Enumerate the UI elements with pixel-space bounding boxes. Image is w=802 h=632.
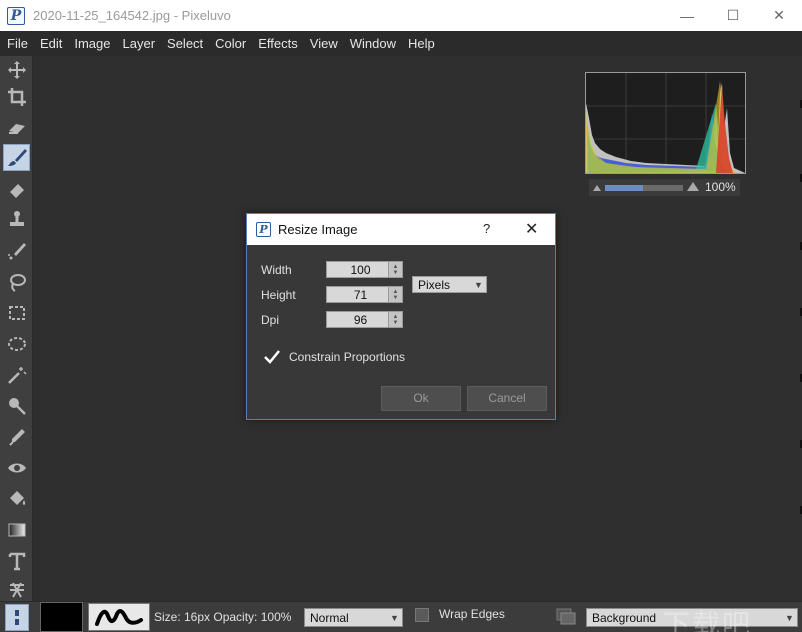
- menu-effects[interactable]: Effects: [252, 31, 304, 56]
- move-icon[interactable]: [3, 56, 30, 83]
- gradient-icon[interactable]: [3, 516, 30, 543]
- magic-wand-icon[interactable]: [3, 361, 30, 388]
- fill-bucket-icon[interactable]: [3, 485, 30, 512]
- window-controls: — ☐ ✕: [664, 0, 802, 31]
- wrap-edges-checkbox[interactable]: [415, 608, 429, 622]
- menu-edit[interactable]: Edit: [34, 31, 68, 56]
- dialog-title: Resize Image: [278, 222, 358, 237]
- maximize-button[interactable]: ☐: [710, 0, 756, 31]
- brush-size-opacity: Size: 16px Opacity: 100%: [154, 610, 292, 624]
- brush-preview[interactable]: [88, 603, 150, 631]
- height-value[interactable]: 71: [327, 288, 388, 302]
- menu-help[interactable]: Help: [402, 31, 441, 56]
- dpi-spinner-arrows[interactable]: ▲ ▼: [388, 312, 402, 327]
- resize-image-dialog: P Resize Image ? ✕ Width 100 ▲ ▼ Height 7…: [246, 213, 556, 420]
- width-value[interactable]: 100: [327, 263, 388, 277]
- zoom-slider[interactable]: [589, 179, 701, 196]
- dialog-title-bar: P Resize Image ? ✕: [247, 214, 555, 245]
- dodge-icon[interactable]: [3, 392, 30, 419]
- brush-stroke-icon: [95, 609, 143, 626]
- blend-mode-select[interactable]: Normal ▼: [304, 608, 403, 627]
- pencil-icon[interactable]: [3, 237, 30, 264]
- histogram-graph: [586, 73, 745, 173]
- menu-layer[interactable]: Layer: [117, 31, 162, 56]
- text-icon[interactable]: [3, 547, 30, 574]
- foreground-color-swatch[interactable]: [40, 602, 83, 632]
- menu-image[interactable]: Image: [68, 31, 116, 56]
- eraser-icon[interactable]: [3, 175, 30, 202]
- menu-color[interactable]: Color: [209, 31, 252, 56]
- dpi-value[interactable]: 96: [327, 313, 388, 327]
- toggle-dot: [15, 610, 19, 616]
- eye-icon[interactable]: [3, 454, 30, 481]
- checkmark-icon[interactable]: [263, 348, 281, 366]
- height-label: Height: [261, 288, 296, 302]
- lasso-icon[interactable]: [3, 268, 30, 295]
- width-input[interactable]: 100 ▲ ▼: [326, 261, 403, 278]
- window-title: 2020-11-25_164542.jpg - Pixeluvo: [33, 8, 231, 23]
- crop-icon[interactable]: [3, 83, 30, 110]
- pixeluvo-logo-icon: P: [7, 6, 25, 25]
- chevron-down-icon[interactable]: ▼: [471, 280, 486, 290]
- menu-bar: File Edit Image Layer Select Color Effec…: [0, 31, 802, 56]
- down-arrow-icon[interactable]: ▼: [393, 295, 399, 301]
- height-input[interactable]: 71 ▲ ▼: [326, 286, 403, 303]
- menu-file[interactable]: File: [0, 31, 34, 56]
- dialog-close-button[interactable]: ✕: [525, 219, 538, 239]
- dpi-label: Dpi: [261, 313, 280, 327]
- site-watermark: 下载吧: [662, 608, 753, 632]
- rect-select-icon[interactable]: [3, 299, 30, 326]
- menu-view[interactable]: View: [304, 31, 344, 56]
- menu-window[interactable]: Window: [344, 31, 402, 56]
- unit-select-value[interactable]: Pixels: [413, 278, 471, 292]
- tool-strip: [0, 56, 33, 601]
- constrain-checkbox[interactable]: [263, 348, 281, 366]
- width-label: Width: [261, 263, 292, 277]
- layers-icon[interactable]: [556, 608, 576, 626]
- height-spinner-arrows[interactable]: ▲ ▼: [388, 287, 402, 302]
- down-arrow-icon[interactable]: ▼: [393, 270, 399, 276]
- ellipse-select-icon[interactable]: [3, 330, 30, 357]
- toggle-dot: [15, 619, 19, 625]
- cancel-button[interactable]: Cancel: [467, 386, 547, 411]
- width-spinner-arrows[interactable]: ▲ ▼: [388, 262, 402, 277]
- wrap-edges-label[interactable]: Wrap Edges: [439, 607, 505, 621]
- title-bar: P 2020-11-25_164542.jpg - Pixeluvo — ☐ ✕: [0, 0, 802, 31]
- histogram-zoom-value: 100%: [705, 180, 736, 194]
- ok-button[interactable]: Ok: [381, 386, 461, 411]
- brush-icon[interactable]: [3, 144, 30, 171]
- dpi-input[interactable]: 96 ▲ ▼: [326, 311, 403, 328]
- shape-icon[interactable]: [3, 576, 30, 603]
- minimize-button[interactable]: —: [664, 0, 710, 31]
- panel-toggle-icon[interactable]: [5, 604, 29, 631]
- color-pick-icon[interactable]: [3, 423, 30, 450]
- down-arrow-icon[interactable]: ▼: [393, 320, 399, 326]
- constrain-proportions-label[interactable]: Constrain Proportions: [289, 350, 405, 364]
- pixeluvo-logo-icon: P: [256, 222, 271, 237]
- blend-mode-value[interactable]: Normal: [305, 611, 387, 625]
- menu-select[interactable]: Select: [161, 31, 209, 56]
- unit-select[interactable]: Pixels ▼: [412, 276, 487, 293]
- eraser-smudge-icon[interactable]: [3, 114, 30, 141]
- help-button[interactable]: ?: [483, 221, 490, 236]
- clone-stamp-icon[interactable]: [3, 206, 30, 233]
- close-window-button[interactable]: ✕: [756, 0, 802, 31]
- histogram-panel: [585, 72, 746, 174]
- chevron-down-icon[interactable]: ▼: [387, 613, 402, 623]
